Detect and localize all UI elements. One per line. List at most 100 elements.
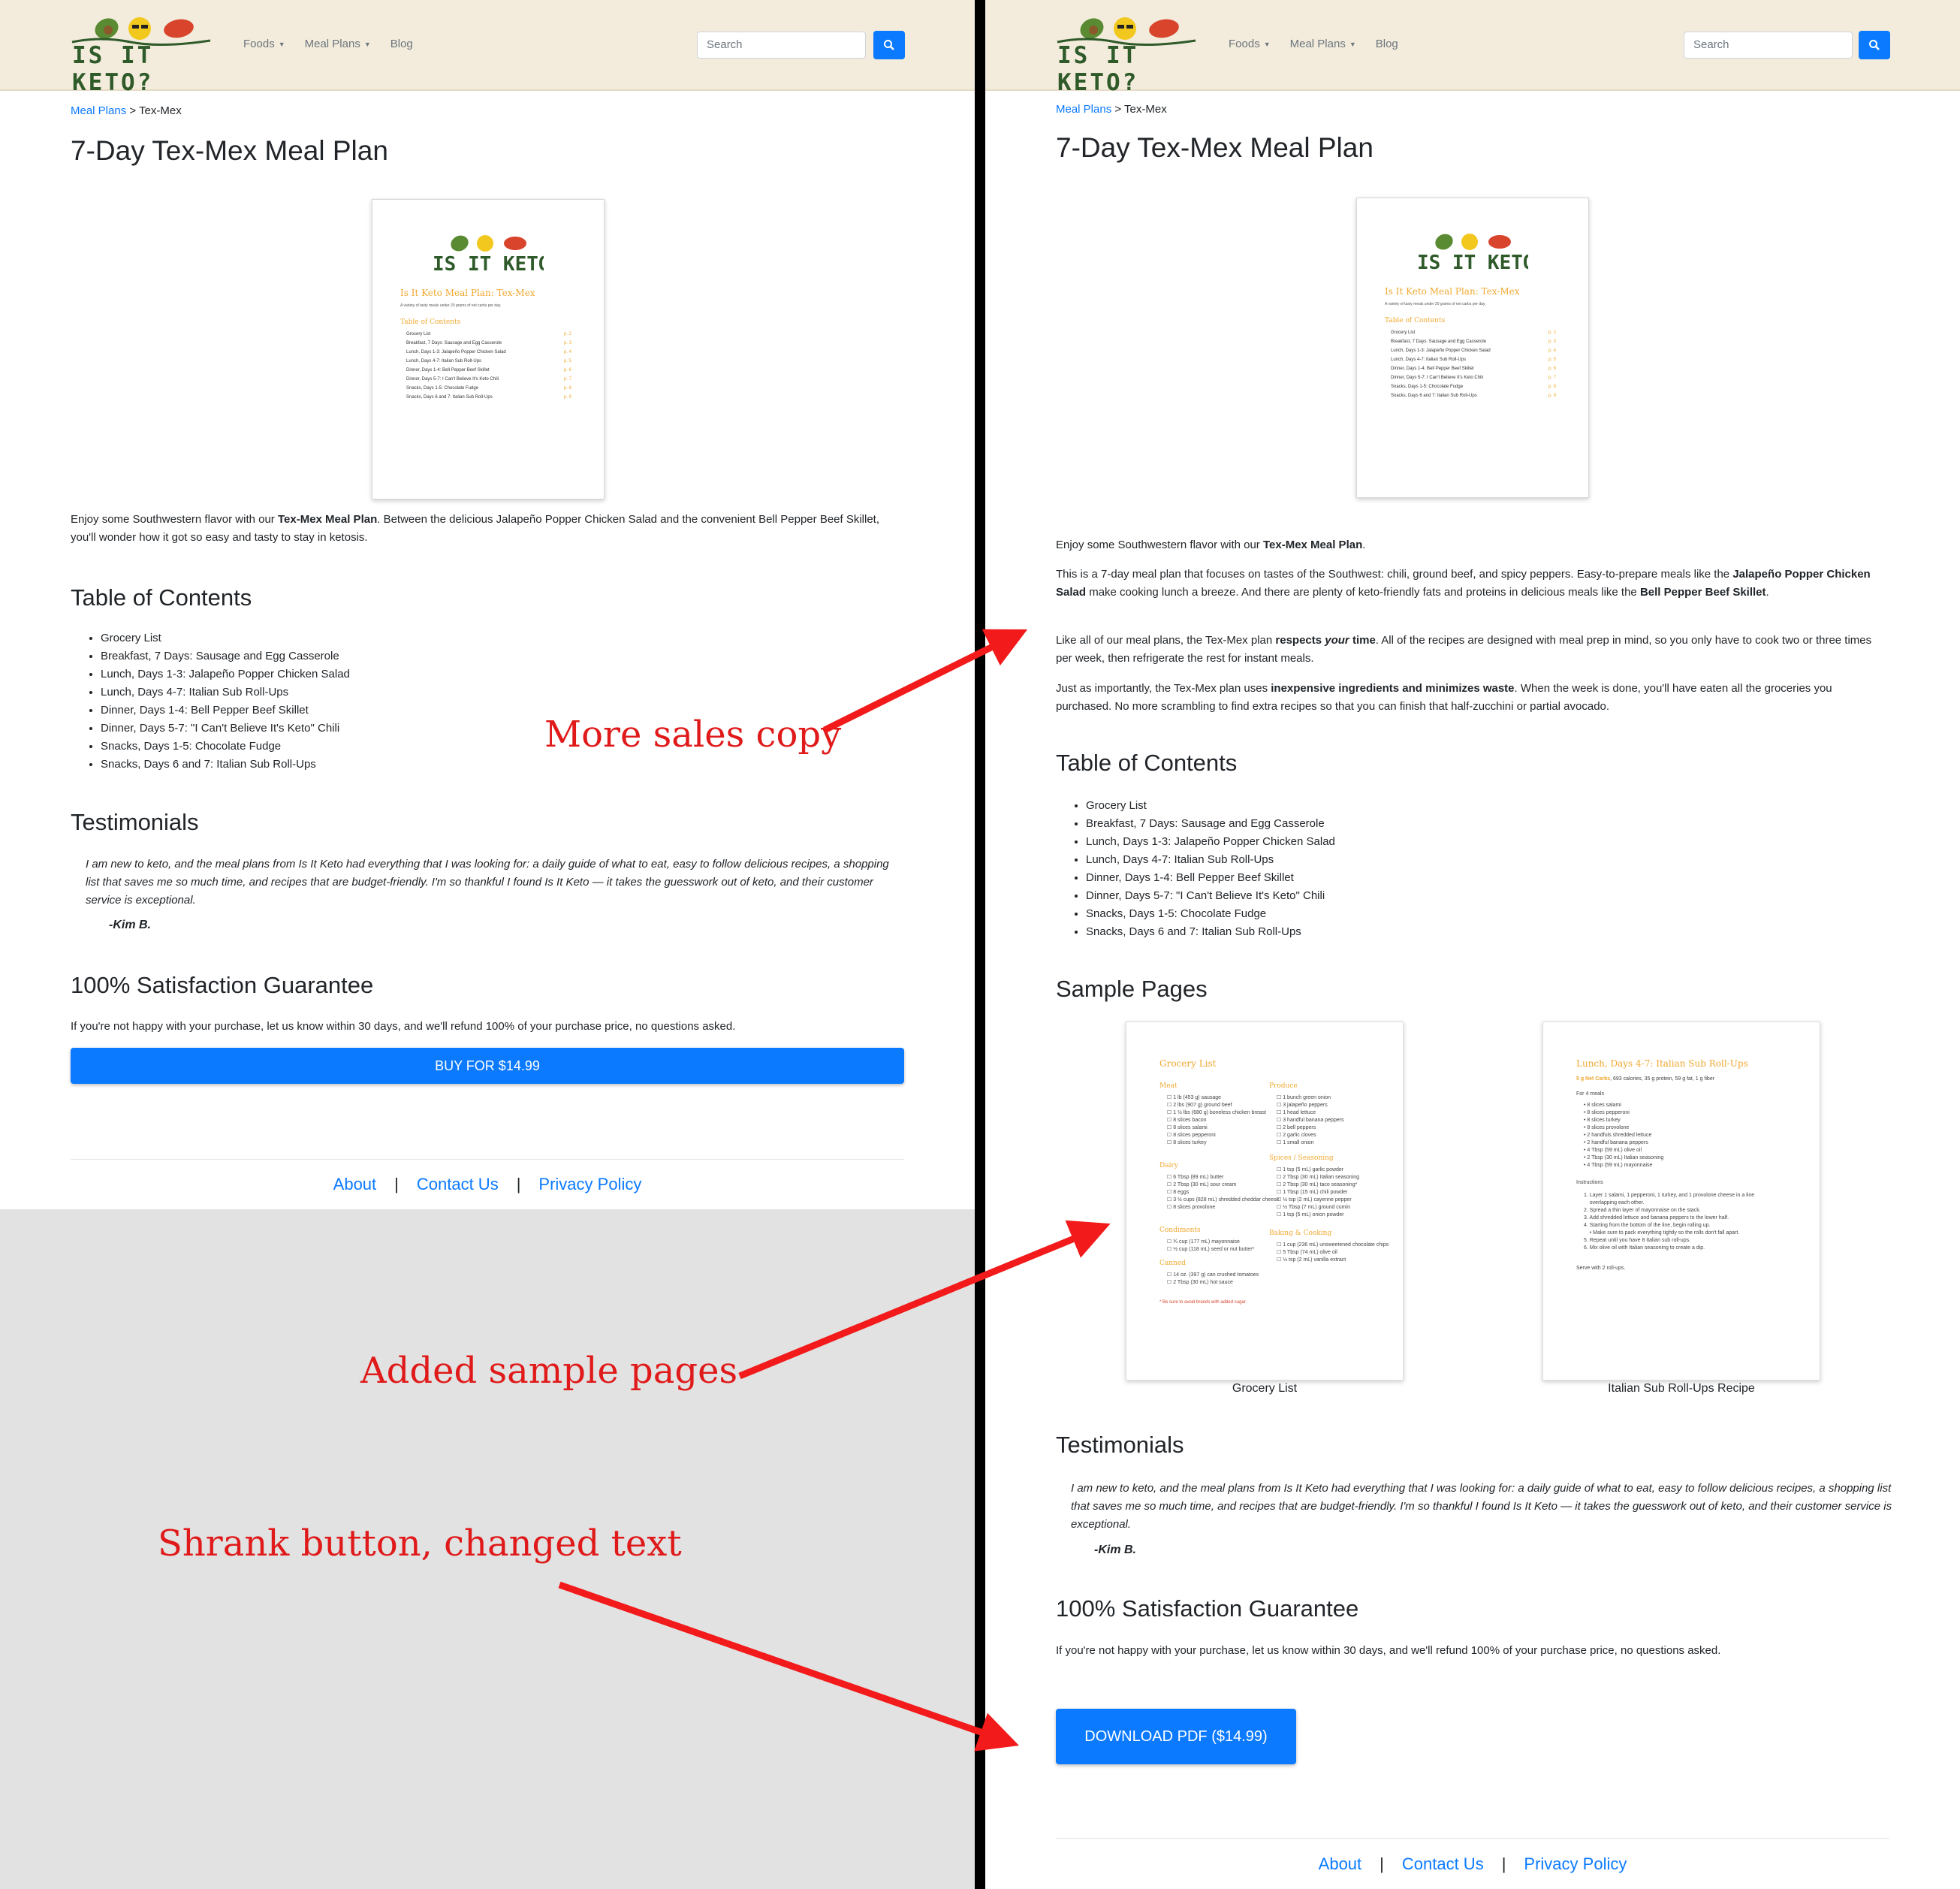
guarantee-text: If you're not happy with your purchase, … [1056, 1644, 1721, 1657]
logo-mascots-icon [1057, 17, 1196, 47]
cover-toc-item: Dinner, Days 1-4: Bell Pepper Beef Skill… [1391, 367, 1556, 371]
sample-caption-grocery: Grocery List [1232, 1382, 1298, 1395]
breadcrumb-current: Tex-Mex [139, 104, 182, 117]
new-version-pane: IS IT KETO? Foods ▼ Meal Plans ▼ Blog Sear… [985, 0, 1960, 1889]
cover-subtitle: A variety of tasty meals under 20 grams … [1385, 302, 1486, 306]
svg-text:IS IT KETO?: IS IT KETO? [1417, 252, 1528, 272]
toc-item: Dinner, Days 5-7: "I Can't Believe It's … [1086, 887, 1335, 905]
search-input[interactable]: Search [697, 32, 866, 59]
divider [975, 0, 985, 1889]
nav-foods[interactable]: Foods ▼ [243, 38, 285, 50]
footer: About | Contact Us | Privacy Policy [71, 1159, 904, 1209]
search-icon [884, 40, 894, 50]
cover-toc-list: Grocery List p. 2 Breakfast, 7 Days: Sausa… [1391, 330, 1556, 403]
sales-paragraph-1: This is a 7-day meal plan that focuses o… [1056, 568, 1871, 599]
sample-page-grocery-list[interactable]: Grocery List Meat ☐ 1 lb (453 g) sausage… [1126, 1021, 1404, 1381]
cover-toc-item: Breakfast, 7 Days: Sausage and Egg Casse… [406, 341, 571, 346]
cover-toc-item: Breakfast, 7 Days: Sausage and Egg Casse… [1391, 339, 1556, 344]
navbar: IS IT KETO? Foods ▼ Meal Plans ▼ Blog Sear… [0, 0, 975, 96]
cover-toc-item: Lunch, Days 4-7: Italian Sub Roll-Ups p. … [406, 359, 571, 364]
nav-meal-plans[interactable]: Meal Plans ▼ [1290, 38, 1356, 50]
footer-link-contact[interactable]: Contact Us [1402, 1854, 1484, 1874]
cover-toc-item: Snacks, Days 1-5: Chocolate Fudge p. 8 [406, 386, 571, 391]
sales-paragraph-3: Just as importantly, the Tex-Mex plan us… [1056, 682, 1832, 713]
sample-page-italian-sub[interactable]: Lunch, Days 4-7: Italian Sub Roll-Ups 5 … [1542, 1021, 1820, 1381]
toc-item: Dinner, Days 5-7: "I Can't Believe It's … [101, 720, 350, 738]
cover-toc-item: Dinner, Days 1-4: Bell Pepper Beef Skill… [406, 368, 571, 373]
logo-text: IS IT KETO? [72, 42, 154, 96]
footer-link-about[interactable]: About [333, 1175, 377, 1194]
cover-toc-item: Grocery List p. 2 [1391, 330, 1556, 335]
cover-toc-item: Lunch, Days 1-3: Jalapeño Popper Chicken… [406, 350, 571, 355]
download-pdf-button[interactable]: DOWNLOAD PDF ($14.99) [1056, 1709, 1296, 1764]
footer: About | Contact Us | Privacy Policy [1056, 1838, 1889, 1889]
testimonial-quote: I am new to keto, and the meal plans fro… [1071, 1482, 1892, 1531]
breadcrumb-current: Tex-Mex [1124, 103, 1167, 116]
toc-item: Lunch, Days 1-3: Jalapeño Popper Chicken… [1086, 833, 1335, 851]
page-title: 7-Day Tex-Mex Meal Plan [71, 135, 388, 166]
nav-foods[interactable]: Foods ▼ [1229, 38, 1271, 50]
logo-text: IS IT KETO? [1057, 42, 1139, 96]
toc-item: Grocery List [1086, 797, 1335, 815]
svg-text:IS IT KETO?: IS IT KETO? [433, 253, 544, 273]
toc-item: Snacks, Days 1-5: Chocolate Fudge [101, 738, 350, 756]
cover-toc-item: Snacks, Days 6 and 7: Italian Sub Roll-U… [1391, 394, 1556, 398]
caret-down-icon: ▼ [1263, 41, 1271, 49]
toc-item: Snacks, Days 6 and 7: Italian Sub Roll-U… [101, 756, 350, 774]
intro-paragraph: Enjoy some Southwestern flavor with our … [1056, 539, 1366, 551]
search-input[interactable]: Search [1684, 32, 1853, 59]
footer-link-privacy[interactable]: Privacy Policy [1524, 1854, 1627, 1874]
buy-button[interactable]: BUY FOR $14.99 [71, 1048, 904, 1084]
nav-blog[interactable]: Blog [1376, 38, 1398, 50]
site-logo[interactable]: IS IT KETO? [1056, 9, 1199, 96]
caret-down-icon: ▼ [363, 41, 371, 49]
nav-meal-plans[interactable]: Meal Plans ▼ [305, 38, 371, 50]
cover-toc-heading: Table of Contents [400, 318, 461, 326]
toc-item: Breakfast, 7 Days: Sausage and Egg Casse… [1086, 815, 1335, 833]
sample-page-title: Lunch, Days 4-7: Italian Sub Roll-Ups [1576, 1058, 1748, 1069]
guarantee-text: If you're not happy with your purchase, … [71, 1020, 736, 1033]
cover-title: Is It Keto Meal Plan: Tex-Mex [1385, 286, 1520, 297]
cover-title: Is It Keto Meal Plan: Tex-Mex [400, 288, 535, 298]
nav-links: Foods ▼ Meal Plans ▼ Blog [243, 38, 413, 50]
annotation-button: Shrank button, changed text [158, 1522, 682, 1565]
toc-item: Lunch, Days 4-7: Italian Sub Roll-Ups [101, 683, 350, 702]
caret-down-icon: ▼ [278, 41, 285, 49]
toc-list: Grocery ListBreakfast, 7 Days: Sausage a… [1086, 797, 1335, 941]
nav-links: Foods ▼ Meal Plans ▼ Blog [1229, 38, 1398, 50]
cover-toc-item: Snacks, Days 6 and 7: Italian Sub Roll-U… [406, 395, 571, 400]
cover-toc-item: Grocery List p. 2 [406, 332, 571, 336]
cover-toc-list: Grocery List p. 2 Breakfast, 7 Days: Sausa… [406, 332, 571, 404]
meal-plan-cover-image: IS IT KETO? Is It Keto Meal Plan: Tex-Me… [1356, 198, 1589, 498]
guarantee-heading: 100% Satisfaction Guarantee [1056, 1595, 1359, 1622]
toc-item: Grocery List [101, 629, 350, 647]
search-icon [1869, 40, 1880, 50]
cover-toc-item: Dinner, Days 5-7: I Can't Believe It's K… [1391, 376, 1556, 380]
logo-mascots-icon: IS IT KETO? [1417, 234, 1528, 272]
cover-toc-heading: Table of Contents [1385, 317, 1446, 324]
cover-toc-item: Dinner, Days 5-7: I Can't Believe It's K… [406, 377, 571, 382]
logo-mascots-icon: IS IT KETO? [433, 235, 544, 273]
testimonials-heading: Testimonials [71, 809, 199, 835]
toc-item: Snacks, Days 1-5: Chocolate Fudge [1086, 905, 1335, 923]
comparison-screenshot: IS IT KETO? Foods ▼ Meal Plans ▼ Blog Sear… [0, 0, 1960, 1889]
old-version-pane: IS IT KETO? Foods ▼ Meal Plans ▼ Blog Sear… [0, 0, 975, 1889]
footer-link-contact[interactable]: Contact Us [417, 1175, 499, 1194]
footer-link-about[interactable]: About [1319, 1854, 1362, 1874]
old-page: IS IT KETO? Foods ▼ Meal Plans ▼ Blog Sear… [0, 0, 975, 1209]
breadcrumb-link[interactable]: Meal Plans [71, 104, 126, 117]
testimonial-author: -Kim B. [109, 919, 151, 931]
cover-toc-item: Lunch, Days 1-3: Jalapeño Popper Chicken… [1391, 349, 1556, 353]
annotation-sales-copy: More sales copy [544, 714, 842, 756]
cover-toc-item: Snacks, Days 1-5: Chocolate Fudge p. 8 [1391, 385, 1556, 389]
cover-toc-item: Lunch, Days 4-7: Italian Sub Roll-Ups p. … [1391, 358, 1556, 362]
caret-down-icon: ▼ [1349, 41, 1356, 49]
guarantee-heading: 100% Satisfaction Guarantee [71, 972, 374, 998]
toc-item: Lunch, Days 4-7: Italian Sub Roll-Ups [1086, 851, 1335, 869]
search-button[interactable] [1859, 31, 1890, 59]
footer-link-privacy[interactable]: Privacy Policy [538, 1175, 641, 1194]
site-logo[interactable]: IS IT KETO? [71, 9, 213, 96]
breadcrumb-link[interactable]: Meal Plans [1056, 103, 1111, 116]
search-button[interactable] [873, 31, 905, 59]
nav-blog[interactable]: Blog [390, 38, 413, 50]
